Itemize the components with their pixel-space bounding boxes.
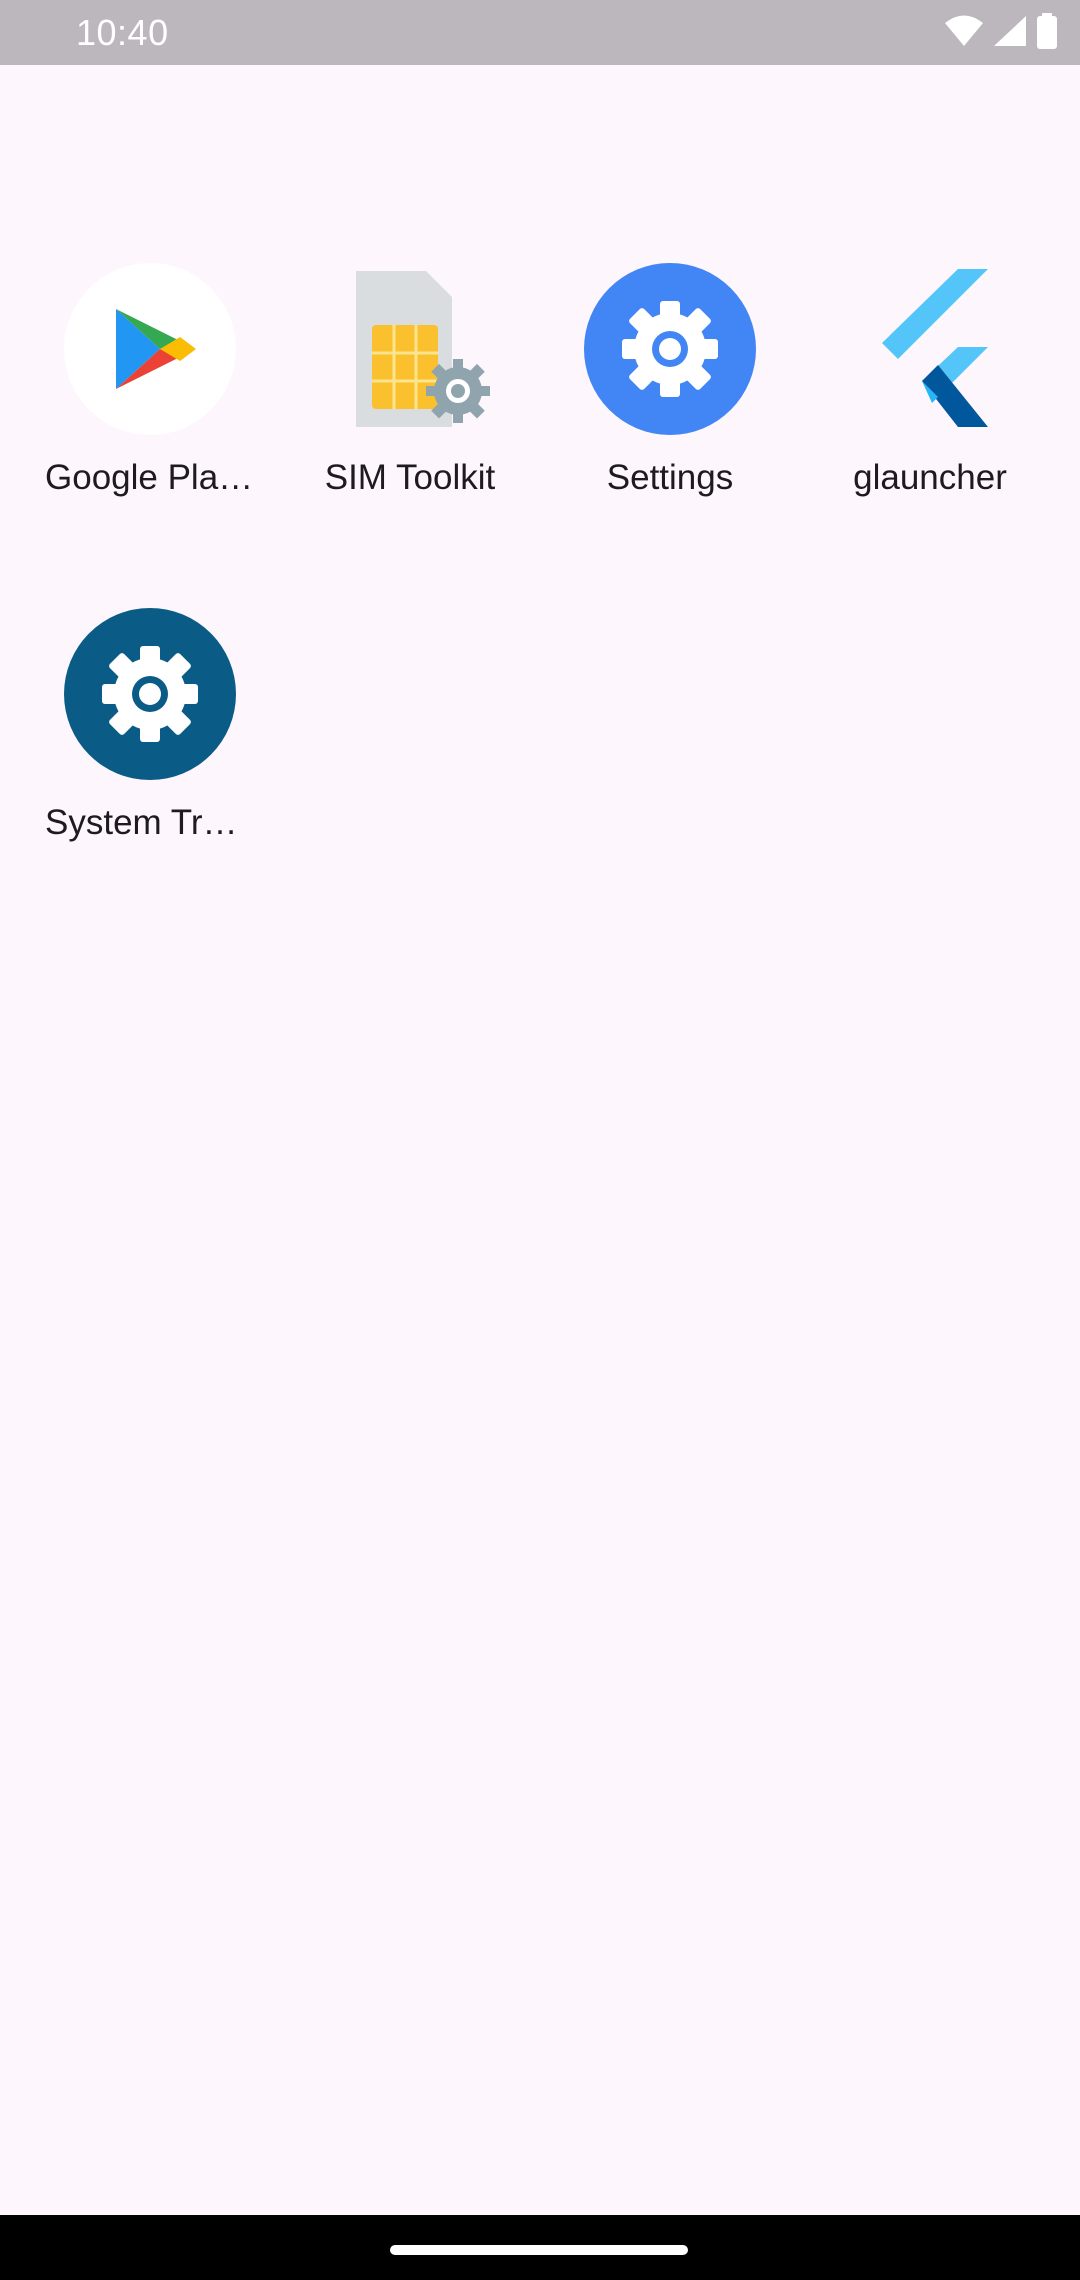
app-label: Settings: [606, 458, 734, 497]
app-label: glauncher: [853, 458, 1007, 497]
app-label: System Tracing: [45, 803, 255, 842]
wifi-icon: [944, 14, 984, 53]
home-gesture-handle[interactable]: [390, 2245, 688, 2255]
google-play-icon: [64, 263, 236, 435]
app-system-tracing[interactable]: System Tracing: [20, 535, 280, 880]
settings-icon: [584, 263, 756, 435]
status-bar: 10:40: [0, 0, 1080, 65]
app-sim-toolkit[interactable]: SIM Toolkit: [280, 190, 540, 535]
app-glauncher[interactable]: glauncher: [800, 190, 1060, 535]
flutter-icon: [844, 263, 1016, 435]
cellular-signal-icon: [992, 14, 1028, 53]
battery-icon: [1036, 12, 1058, 54]
sim-toolkit-icon: [324, 263, 496, 435]
system-tracing-icon: [64, 608, 236, 780]
app-grid: Google Play Store: [20, 190, 1060, 880]
status-time: 10:40: [76, 12, 169, 53]
app-google-play-store[interactable]: Google Play Store: [20, 190, 280, 535]
app-drawer: Google Play Store: [0, 65, 1080, 2215]
navigation-bar: [0, 2215, 1080, 2280]
app-label: Google Play Store: [45, 458, 255, 497]
app-settings[interactable]: Settings: [540, 190, 800, 535]
app-label: SIM Toolkit: [324, 458, 496, 497]
status-icons: [944, 12, 1058, 54]
